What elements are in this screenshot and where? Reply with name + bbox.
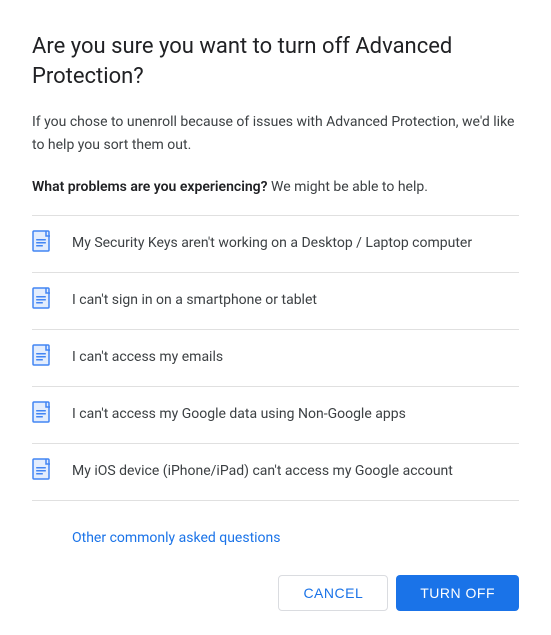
list-items-container: My Security Keys aren't working on a Des… <box>32 215 519 506</box>
problems-label-rest: We might be able to help. <box>268 179 428 195</box>
list-item-1[interactable]: My Security Keys aren't working on a Des… <box>32 215 519 273</box>
dialog-subtitle: If you chose to unenroll because of issu… <box>32 111 519 156</box>
list-item-2[interactable]: I can't sign in on a smartphone or table… <box>32 273 519 330</box>
doc-icon-2 <box>32 287 56 315</box>
dialog-container: Are you sure you want to turn off Advanc… <box>0 0 551 635</box>
problems-label: What problems are you experiencing? We m… <box>32 176 519 198</box>
list-item-2-text: I can't sign in on a smartphone or table… <box>72 291 317 311</box>
turnoff-button[interactable]: TURN OFF <box>396 575 519 611</box>
doc-icon-1 <box>32 230 56 258</box>
cancel-button[interactable]: CANCEL <box>278 575 388 611</box>
list-item-5-text: My iOS device (iPhone/iPad) can't access… <box>72 462 453 482</box>
dialog-title: Are you sure you want to turn off Advanc… <box>32 32 519 91</box>
doc-icon-3 <box>32 344 56 372</box>
list-item-4-text: I can't access my Google data using Non-… <box>72 405 406 425</box>
button-row: CANCEL TURN OFF <box>32 559 519 611</box>
doc-icon-5 <box>32 458 56 486</box>
other-questions-link[interactable]: Other commonly asked questions <box>32 514 519 554</box>
list-item-5[interactable]: My iOS device (iPhone/iPad) can't access… <box>32 444 519 501</box>
list-item-4[interactable]: I can't access my Google data using Non-… <box>32 387 519 444</box>
list-item-1-text: My Security Keys aren't working on a Des… <box>72 234 472 254</box>
doc-icon-4 <box>32 401 56 429</box>
list-item-3[interactable]: I can't access my emails <box>32 330 519 387</box>
list-item-3-text: I can't access my emails <box>72 348 223 368</box>
problems-label-bold: What problems are you experiencing? <box>32 179 268 195</box>
